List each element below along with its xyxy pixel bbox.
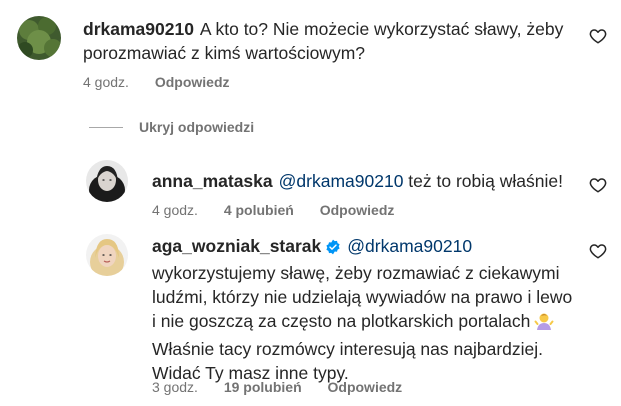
reply-meta: 3 godz. 19 polubień Odpowiedz — [152, 379, 424, 395]
hide-replies-button[interactable]: Ukryj odpowiedzi — [89, 119, 254, 135]
like-heart-icon[interactable] — [589, 27, 607, 50]
reply-text-line: ludźmi, którzy nie udzielają wywiadów na… — [152, 287, 573, 307]
timestamp[interactable]: 4 godz. — [152, 202, 198, 218]
mention-link[interactable]: @drkama90210 — [279, 171, 404, 191]
reply-button[interactable]: Odpowiedz — [328, 379, 403, 395]
likes-count[interactable]: 19 polubień — [224, 379, 302, 395]
timestamp[interactable]: 4 godz. — [83, 74, 129, 90]
reply-text-line: Właśnie tacy rozmówcy interesują nas naj… — [152, 339, 543, 359]
username[interactable]: drkama90210 — [83, 19, 194, 39]
avatar[interactable] — [86, 234, 128, 276]
comment-meta: 4 godz. Odpowiedz — [83, 74, 252, 90]
reply-button[interactable]: Odpowiedz — [320, 202, 395, 218]
reply-text-line: wykorzystujemy sławę, żeby rozmawiać z c… — [152, 263, 560, 283]
avatar[interactable] — [17, 16, 61, 60]
like-heart-icon[interactable] — [589, 242, 607, 265]
reply-meta: 4 godz. 4 polubień Odpowiedz — [152, 202, 416, 218]
reply: aga_wozniak_starak @drkama90210 wykorzyst… — [0, 226, 621, 406]
reply-text: też to robią właśnie! — [403, 171, 563, 191]
hide-replies-label: Ukryj odpowiedzi — [139, 119, 255, 135]
reply: anna_mataska @drkama90210 też to robią wł… — [0, 150, 621, 220]
comment-body: drkama90210 A kto to? Nie możecie wykorzy… — [83, 17, 573, 65]
reply-body: aga_wozniak_starak @drkama90210 wykorzyst… — [152, 234, 592, 385]
timestamp[interactable]: 3 godz. — [152, 379, 198, 395]
person-shrugging-emoji-icon — [534, 311, 554, 337]
reply-button[interactable]: Odpowiedz — [155, 74, 230, 90]
reply-text-line: i nie goszczą za często na plotkarskich … — [152, 309, 592, 337]
username[interactable]: anna_mataska — [152, 171, 273, 191]
likes-count[interactable]: 4 polubień — [224, 202, 294, 218]
verified-badge-icon — [325, 237, 341, 261]
username[interactable]: aga_wozniak_starak — [152, 236, 321, 256]
avatar[interactable] — [86, 160, 128, 202]
comment: drkama90210 A kto to? Nie możecie wykorzy… — [0, 0, 621, 110]
reply-text-fragment: i nie goszczą za często na plotkarskich … — [152, 311, 531, 331]
reply-body: anna_mataska @drkama90210 też to robią wł… — [152, 169, 572, 193]
divider — [89, 126, 123, 128]
like-heart-icon[interactable] — [589, 176, 607, 199]
mention-link[interactable]: @drkama90210 — [347, 236, 472, 256]
reply-header: aga_wozniak_starak @drkama90210 — [152, 234, 592, 261]
